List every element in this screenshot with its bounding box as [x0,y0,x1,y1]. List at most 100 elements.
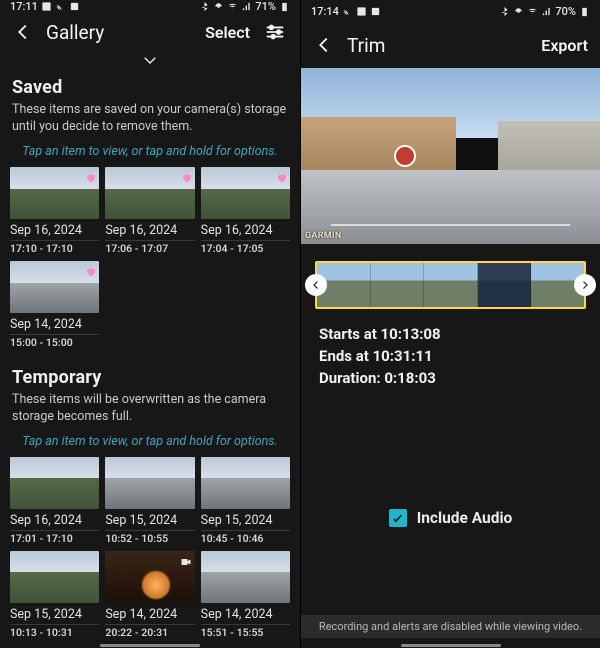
page-title: Gallery [46,21,104,44]
battery-text: 71% [255,0,276,13]
item-time: 10:52 - 10:55 [105,530,194,545]
gallery-item[interactable]: Sep 14, 2024 15:00 - 15:00 [10,261,99,349]
check-icon [391,512,404,525]
trim-start-handle[interactable] [305,274,327,296]
item-time: 17:10 - 17:10 [10,240,99,255]
item-time: 15:00 - 15:00 [10,334,99,349]
thumbnail[interactable] [105,551,194,603]
item-time: 10:13 - 10:31 [10,624,99,639]
back-button[interactable] [4,13,42,51]
gallery-item[interactable]: Sep 16, 2024 17:04 - 17:05 [201,167,290,255]
gallery-item[interactable]: Sep 14, 2024 20:22 - 20:31 [105,551,194,639]
include-audio-checkbox[interactable] [389,509,407,527]
frame-thumb [424,263,478,307]
thumbnail[interactable] [105,457,194,509]
status-time: 17:11 [10,0,38,13]
battery-icon [279,1,290,12]
gallery-item[interactable]: Sep 15, 2024 10:45 - 10:46 [201,457,290,545]
trim-end-handle[interactable] [574,274,596,296]
temporary-grid: Sep 16, 202417:01 - 17:10Sep 15, 202410:… [0,457,300,648]
item-time: 17:01 - 17:10 [10,530,99,545]
gallery-item[interactable]: Sep 16, 2024 17:01 - 17:10 [10,457,99,545]
item-time: 10:45 - 10:46 [201,530,290,545]
include-audio-row[interactable]: Include Audio [301,509,600,527]
item-date: Sep 16, 2024 [105,223,194,238]
battery-text: 70% [555,5,576,18]
end-time: 10:31:11 [373,347,433,365]
item-date: Sep 16, 2024 [10,513,99,528]
thumbnail[interactable] [201,167,290,219]
trim-strip[interactable] [309,260,592,310]
footer-note: Recording and alerts are disabled while … [301,615,600,638]
bluetooth-icon [499,6,510,17]
start-time: 10:13:08 [381,325,441,343]
wifi-icon [527,6,538,17]
item-date: Sep 14, 2024 [105,607,194,622]
item-time: 17:06 - 17:07 [105,240,194,255]
status-time: 17:14 [311,5,339,18]
temporary-heading: Temporary [0,359,300,392]
thumbnail[interactable] [10,167,99,219]
filter-button[interactable] [256,13,294,51]
thumbnail[interactable] [201,457,290,509]
chevron-left-icon [310,279,322,291]
nfc-icon [69,1,80,12]
thumbnail[interactable] [201,551,290,603]
frame-thumb [371,263,425,307]
back-button[interactable] [305,26,343,64]
video-preview[interactable]: GARMIN [301,68,600,244]
cast-icon [55,1,66,12]
temporary-hint: Tap an item to view, or tap and hold for… [0,430,300,457]
image-icon [41,1,52,12]
item-date: Sep 14, 2024 [201,607,290,622]
trim-frames[interactable] [315,261,586,309]
signal-icon [241,1,252,12]
chevron-down-icon [136,51,164,69]
thumbnail[interactable] [10,457,99,509]
chevron-left-icon [313,34,335,56]
cast-icon [342,6,353,17]
item-time: 15:51 - 15:55 [201,624,290,639]
chevron-right-icon [579,279,591,291]
bluetooth-icon [199,1,210,12]
saved-heading: Saved [0,69,300,102]
saved-hint: Tap an item to view, or tap and hold for… [0,140,300,167]
temporary-desc: These items will be overwritten as the c… [0,392,300,430]
gallery-screen: 17:11 71% Gallery Select [0,0,300,648]
item-date: Sep 14, 2024 [10,317,99,332]
appbar: Gallery Select [0,13,300,51]
gallery-item[interactable]: Sep 15, 2024 10:13 - 10:31 [10,551,99,639]
gallery-item[interactable]: Sep 14, 2024 15:51 - 15:55 [201,551,290,639]
saved-desc: These items are saved on your camera(s) … [0,102,300,140]
trim-screen: 17:14 70% Trim Export [300,0,600,648]
nav-bar [0,644,300,648]
wifi-icon [227,1,238,12]
item-date: Sep 15, 2024 [10,607,99,622]
include-audio-label: Include Audio [417,509,513,527]
gallery-item[interactable]: Sep 16, 2024 17:06 - 17:07 [105,167,194,255]
item-time: 20:22 - 20:31 [105,624,194,639]
item-time: 17:04 - 17:05 [201,240,290,255]
trim-timeinfo: Starts at 10:13:08 Ends at 10:31:11 Dura… [319,324,582,389]
thumbnail[interactable] [10,261,99,313]
thumbnail[interactable] [10,551,99,603]
gallery-item[interactable]: Sep 16, 202417:10 - 17:10 [10,167,99,255]
select-action[interactable]: Select [199,23,256,42]
gallery-item[interactable]: Sep 15, 202410:52 - 10:55 [105,457,194,545]
thumbnail[interactable] [105,167,194,219]
status-bar: 17:11 71% [0,0,300,13]
chevron-left-icon [12,21,34,43]
page-title: Trim [347,34,385,57]
nfc-icon [370,6,381,17]
frame-thumb [478,263,532,307]
hotspot-icon [213,1,224,12]
appbar: Trim Export [301,22,600,68]
export-action[interactable]: Export [535,36,594,55]
watermark: GARMIN [305,231,342,241]
item-date: Sep 16, 2024 [201,223,290,238]
status-bar: 17:14 70% [301,0,600,22]
collapse-toggle[interactable] [0,51,300,69]
signal-icon [541,6,552,17]
item-date: Sep 15, 2024 [201,513,290,528]
nav-bar [301,644,600,648]
